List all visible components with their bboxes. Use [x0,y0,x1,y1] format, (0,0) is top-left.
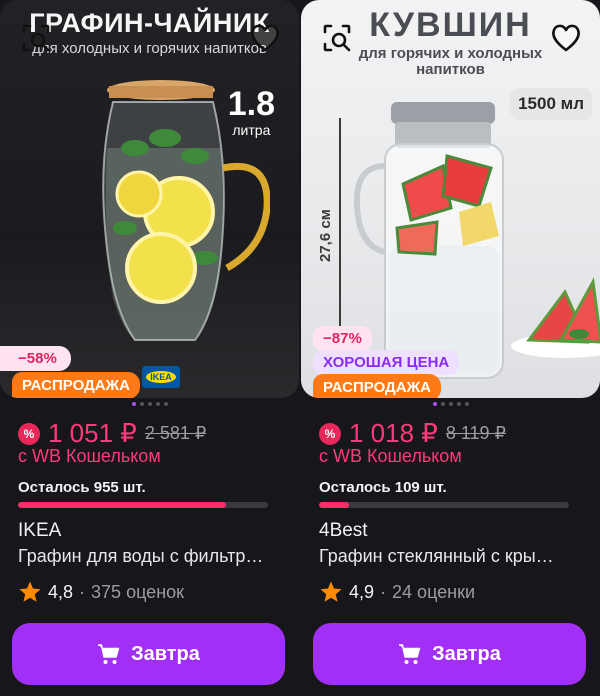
heart-icon [251,24,279,52]
price: 1 018 ₽ [349,418,438,448]
discount-tag: −58% [0,346,71,371]
percent-icon: % [319,422,341,445]
stock-text: Осталось 955 шт. [18,479,146,496]
visual-search-button[interactable] [18,20,54,56]
cart-icon [98,644,120,664]
visual-search-icon [22,24,50,52]
brand-logo: IKEA [142,366,180,388]
product-name[interactable]: Графин стеклянный с кры… [319,546,581,567]
good-price-tag: ХОРОШАЯ ЦЕНА [313,350,460,375]
pager-dot [440,402,445,406]
volume-badge: 1.8 литра [228,86,275,138]
product-photo[interactable]: ГРАФИН-ЧАЙНИК для холодных и горячих нап… [0,0,299,398]
rating-separator: · [79,581,86,602]
height-line [339,118,341,330]
price-row: % 1 051 ₽ 2 581 ₽ [18,418,206,449]
product-photo[interactable]: КУВШИН для горячих и холодных напитков 1… [301,0,600,398]
pager-dot [139,402,144,406]
favorite-button[interactable] [548,20,584,56]
photo-pager [301,402,600,406]
brand-logo-text: IKEA [146,371,176,383]
stock-fill [18,502,226,508]
product-card[interactable]: КУВШИН для горячих и холодных напитков 1… [301,0,600,696]
product-grid: ГРАФИН-ЧАЙНИК для холодных и горячих нап… [0,0,600,696]
percent-icon: % [18,422,40,445]
rating-separator: · [380,581,387,602]
rating: 4,8 · 375 оценок [18,580,184,604]
stock-text: Осталось 109 шт. [319,479,447,496]
price-row: % 1 018 ₽ 8 119 ₽ [319,418,506,449]
discount-tag: −87% [313,326,372,351]
brand-name: IKEA [18,520,62,541]
brand-name: 4Best [319,520,368,541]
add-to-cart-button[interactable]: Завтра [12,623,285,685]
add-to-cart-label: Завтра [432,642,501,665]
visual-search-button[interactable] [319,20,355,56]
rating: 4,9 · 24 оценки [319,580,475,604]
sale-tag: РАСПРОДАЖА [313,374,441,398]
stock-fill [319,502,349,508]
rating-score: 4,9 [349,581,375,602]
stock-bar [319,502,569,508]
price: 1 051 ₽ [48,418,137,448]
pager-dot [432,402,437,406]
star-icon [320,581,342,602]
pager-dot [464,402,469,406]
pager-dot [448,402,453,406]
cart-icon [399,644,421,664]
height-label: 27,6 см [317,209,334,262]
pager-dot [155,402,160,406]
product-name[interactable]: Графин для воды с фильтр… [18,546,280,567]
old-price: 2 581 ₽ [144,423,207,443]
product-card[interactable]: ГРАФИН-ЧАЙНИК для холодных и горячих нап… [0,0,299,696]
add-to-cart-label: Завтра [131,642,200,665]
rating-score: 4,8 [48,581,74,602]
wallet-label: с WB Кошельком [319,446,462,466]
add-to-cart-button[interactable]: Завтра [313,623,586,685]
reviews-count: 375 оценок [91,581,185,602]
volume-value: 1.8 [227,85,275,123]
reviews-count: 24 оценки [392,581,476,602]
heart-icon [552,24,580,52]
old-price: 8 119 ₽ [445,423,507,443]
volume-unit: литра [232,122,271,138]
visual-search-icon [323,24,351,52]
pager-dot [163,402,168,406]
pager-dot [131,402,136,406]
wallet-label: с WB Кошельком [18,446,161,466]
sale-tag: РАСПРОДАЖА [12,372,140,398]
photo-pager [0,402,299,406]
pager-dot [456,402,461,406]
favorite-button[interactable] [247,20,283,56]
stock-bar [18,502,268,508]
pager-dot [147,402,152,406]
star-icon [19,581,41,602]
